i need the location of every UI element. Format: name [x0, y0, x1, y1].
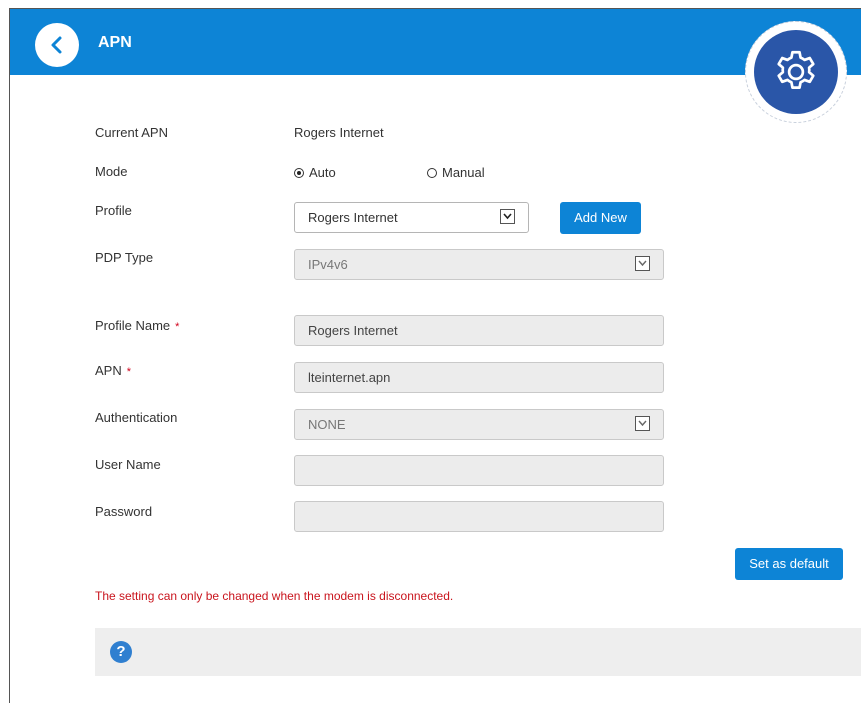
warning-message: The setting can only be changed when the…: [95, 589, 454, 603]
current-apn-value: Rogers Internet: [294, 125, 384, 140]
set-as-default-button[interactable]: Set as default: [735, 548, 843, 580]
password-input[interactable]: [294, 501, 664, 532]
required-mark: *: [175, 321, 180, 333]
pdp-type-value: IPv4v6: [308, 257, 348, 272]
apn-input[interactable]: lteinternet.apn: [294, 362, 664, 393]
help-bar: ?: [95, 628, 861, 676]
profile-name-label: Profile Name *: [95, 318, 179, 333]
profile-select[interactable]: Rogers Internet: [294, 202, 529, 233]
profile-name-label-text: Profile Name: [95, 318, 171, 333]
chevron-down-icon: [635, 256, 650, 271]
chevron-down-icon: [635, 416, 650, 431]
authentication-label: Authentication: [95, 410, 178, 425]
current-apn-label: Current APN: [95, 125, 168, 140]
header-bar: APN: [10, 9, 861, 75]
authentication-value: NONE: [308, 417, 346, 432]
user-name-label: User Name: [95, 457, 161, 472]
profile-label: Profile: [95, 203, 132, 218]
page-title: APN: [98, 34, 132, 51]
mode-label: Mode: [95, 164, 128, 179]
chevron-down-icon: [500, 209, 515, 224]
required-mark: *: [126, 366, 132, 378]
page-frame: APN Current APN Rogers Internet Mode Aut…: [9, 8, 861, 703]
chevron-left-icon: [51, 36, 62, 54]
pdp-type-label: PDP Type: [95, 250, 154, 265]
profile-name-input[interactable]: Rogers Internet: [294, 315, 664, 346]
radio-checked-icon: [294, 167, 304, 178]
radio-unchecked-icon: [427, 167, 437, 178]
apn-label-text: APN: [95, 363, 122, 378]
add-new-button[interactable]: Add New: [560, 202, 641, 234]
profile-select-value: Rogers Internet: [308, 210, 398, 225]
mode-manual-radio[interactable]: Manual: [427, 165, 485, 180]
password-label: Password: [95, 504, 153, 519]
mode-manual-label: Manual: [442, 165, 485, 180]
gear-icon: [777, 50, 815, 89]
apn-label: APN *: [95, 363, 131, 378]
settings-badge: [745, 21, 847, 123]
pdp-type-select[interactable]: IPv4v6: [294, 249, 664, 280]
authentication-select[interactable]: NONE: [294, 409, 664, 440]
settings-badge-circle: [754, 30, 838, 114]
back-button[interactable]: [35, 23, 79, 67]
user-name-input[interactable]: [294, 455, 664, 486]
mode-auto-label: Auto: [309, 165, 336, 180]
help-icon[interactable]: ?: [110, 641, 132, 663]
mode-auto-radio[interactable]: Auto: [294, 165, 336, 180]
